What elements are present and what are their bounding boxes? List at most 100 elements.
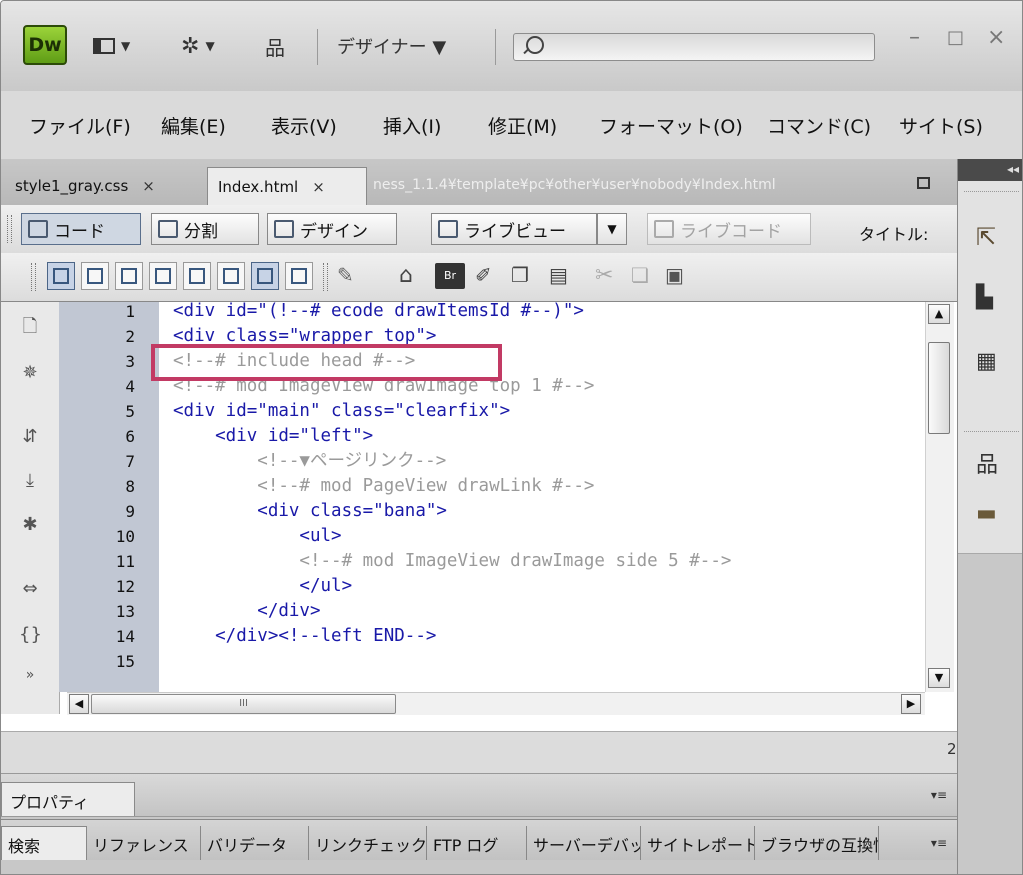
files-panel-icon[interactable]: 品 bbox=[976, 447, 1004, 478]
code-line: </div><!--left END--> bbox=[173, 626, 437, 646]
panel-icon-group: 品 ▬ bbox=[958, 421, 1022, 554]
close-icon[interactable]: × bbox=[312, 178, 325, 196]
maximize-button[interactable]: □ bbox=[947, 27, 964, 48]
balance-braces-icon[interactable]: {} bbox=[19, 624, 42, 646]
extend-menu-button[interactable]: ✲ ▼ bbox=[181, 31, 215, 61]
design-view-button[interactable]: デザイン bbox=[267, 213, 397, 245]
open-documents-icon[interactable]: 🗋 bbox=[19, 316, 41, 338]
document-icon[interactable]: ▤ bbox=[549, 263, 575, 289]
tab-site-reports[interactable]: サイトレポート bbox=[641, 826, 755, 860]
line-number: 3 bbox=[125, 352, 135, 371]
menu-modify[interactable]: 修正(M) bbox=[488, 112, 557, 139]
code-line: <!--# mod ImageView drawImage side 5 #--… bbox=[173, 551, 732, 571]
scroll-right-arrow-icon[interactable]: ▶ bbox=[901, 694, 921, 714]
vertical-scrollbar[interactable]: ▲ ▼ bbox=[925, 302, 954, 692]
divider bbox=[317, 29, 318, 65]
close-icon[interactable]: × bbox=[142, 177, 155, 195]
layout-menu-button[interactable]: ▼ bbox=[93, 31, 130, 61]
layout-grid-icon bbox=[257, 268, 273, 284]
code-line: <div id="(!--# ecode drawItemsId #--)"> bbox=[173, 301, 584, 321]
split-view-button[interactable]: 分割 bbox=[151, 213, 259, 245]
tab-search[interactable]: 検索 bbox=[1, 826, 87, 860]
live-view-dropdown[interactable]: ▼ bbox=[597, 213, 627, 245]
code-line: <ul> bbox=[173, 526, 342, 546]
layout-icon bbox=[93, 38, 115, 54]
menu-view[interactable]: 表示(V) bbox=[271, 112, 337, 139]
restore-window-icon[interactable] bbox=[917, 177, 930, 189]
tab-properties[interactable]: プロパティ bbox=[1, 782, 135, 816]
debug-icon[interactable]: ✵ bbox=[19, 362, 41, 384]
edit-icon[interactable]: ✐ bbox=[475, 263, 501, 289]
code-editor[interactable]: 🗋 ✵ ⇵ ⤓ ✱ ⇔ {} » 1 2 3 4 5 6 7 8 9 10 11… bbox=[1, 301, 957, 732]
site-button[interactable]: 品 bbox=[265, 31, 285, 61]
chevron-down-icon: ▼ bbox=[607, 222, 617, 236]
live-code-button[interactable]: ライブコード bbox=[647, 213, 811, 245]
line-number: 13 bbox=[115, 602, 135, 621]
live-view-label: ライブビュー bbox=[464, 221, 566, 242]
code-line: <!--▼ページリンク--> bbox=[173, 451, 447, 471]
home-icon[interactable]: ⌂ bbox=[399, 263, 425, 289]
preview-button[interactable] bbox=[115, 262, 143, 290]
tab-link-checker[interactable]: リンクチェック bbox=[309, 826, 427, 860]
select-parent-tag-icon[interactable]: ⇔ bbox=[19, 578, 41, 600]
panel-menu-icon[interactable]: ▾≡ bbox=[931, 788, 947, 802]
search-icon bbox=[526, 36, 544, 54]
right-panel-dock: ◂◂ ⇱ ▙ ▦ 品 ▬ bbox=[957, 159, 1022, 874]
workspace-switcher[interactable]: デザイナー ▼ bbox=[337, 31, 446, 61]
keyboard-button[interactable] bbox=[183, 262, 211, 290]
code-view-button[interactable]: コード bbox=[21, 213, 141, 245]
tab-ftp-log[interactable]: FTP ログ bbox=[427, 826, 527, 860]
tab-index-html[interactable]: Index.html × bbox=[207, 167, 367, 205]
tab-server-debug[interactable]: サーバーデバッグ bbox=[527, 826, 641, 860]
minimize-button[interactable]: – bbox=[909, 25, 920, 50]
document-tab-bar: style1_gray.css × Index.html × ness_1.1.… bbox=[1, 159, 957, 206]
menu-edit[interactable]: 編集(E) bbox=[161, 112, 226, 139]
assets-panel-icon[interactable]: ▬ bbox=[976, 501, 1004, 527]
scroll-thumb[interactable] bbox=[928, 342, 950, 434]
collapse-panels-button[interactable]: ◂◂ bbox=[958, 159, 1022, 181]
copy-icon[interactable]: ❐ bbox=[511, 263, 537, 289]
expand-all-icon[interactable]: ✱ bbox=[19, 514, 41, 536]
collapse-selection-icon[interactable]: ⤓ bbox=[19, 470, 41, 492]
paste-icon[interactable]: ❏ bbox=[631, 263, 657, 289]
print-button[interactable] bbox=[81, 262, 109, 290]
css-styles-icon[interactable]: ▙ bbox=[976, 285, 1004, 311]
gear-icon: ✲ bbox=[181, 33, 200, 59]
insert-panel-icon[interactable]: ⇱ bbox=[976, 223, 1004, 251]
frame-button[interactable] bbox=[149, 262, 177, 290]
monitor-icon bbox=[121, 268, 137, 284]
scroll-left-arrow-icon[interactable]: ◀ bbox=[69, 694, 89, 714]
close-button[interactable]: × bbox=[987, 25, 1005, 50]
ap-elements-icon[interactable]: ▦ bbox=[976, 349, 1004, 375]
collapse-full-tag-icon[interactable]: ⇵ bbox=[19, 426, 41, 448]
more-icon[interactable]: » bbox=[19, 664, 41, 686]
code-line: <div class="wrapper top"> bbox=[173, 326, 437, 346]
scroll-thumb[interactable]: III bbox=[91, 694, 396, 714]
scroll-down-arrow-icon[interactable]: ▼ bbox=[928, 668, 950, 688]
search-input[interactable] bbox=[513, 33, 875, 61]
bridge-icon[interactable]: Br bbox=[435, 263, 465, 289]
menu-insert[interactable]: 挿入(I) bbox=[383, 112, 441, 139]
line-number: 11 bbox=[115, 552, 135, 571]
new-document-icon[interactable]: ✎ bbox=[337, 263, 363, 289]
tab-browser-compatibility[interactable]: ブラウザの互換性 bbox=[755, 826, 879, 860]
line-number: 1 bbox=[125, 302, 135, 321]
scroll-up-arrow-icon[interactable]: ▲ bbox=[928, 304, 950, 324]
menu-format[interactable]: フォーマット(O) bbox=[599, 112, 743, 139]
tab-validator[interactable]: バリデータ bbox=[201, 826, 309, 860]
frame-icon bbox=[155, 268, 171, 284]
insert-table-button[interactable] bbox=[47, 262, 75, 290]
layout-button[interactable] bbox=[251, 262, 279, 290]
tab-reference[interactable]: リファレンス bbox=[87, 826, 201, 860]
horizontal-scrollbar[interactable]: ◀ III ▶ bbox=[67, 692, 925, 715]
menu-file[interactable]: ファイル(F) bbox=[29, 112, 131, 139]
live-view-button[interactable]: ライブビュー bbox=[431, 213, 597, 245]
media-button[interactable] bbox=[217, 262, 245, 290]
window-button[interactable] bbox=[285, 262, 313, 290]
clipboard-icon[interactable]: ▣ bbox=[665, 263, 691, 289]
menu-site[interactable]: サイト(S) bbox=[899, 112, 983, 139]
menu-commands[interactable]: コマンド(C) bbox=[767, 112, 871, 139]
cut-icon[interactable]: ✂ bbox=[595, 263, 621, 289]
tab-style-css[interactable]: style1_gray.css × bbox=[5, 167, 205, 205]
panel-menu-icon[interactable]: ▾≡ bbox=[931, 836, 947, 850]
